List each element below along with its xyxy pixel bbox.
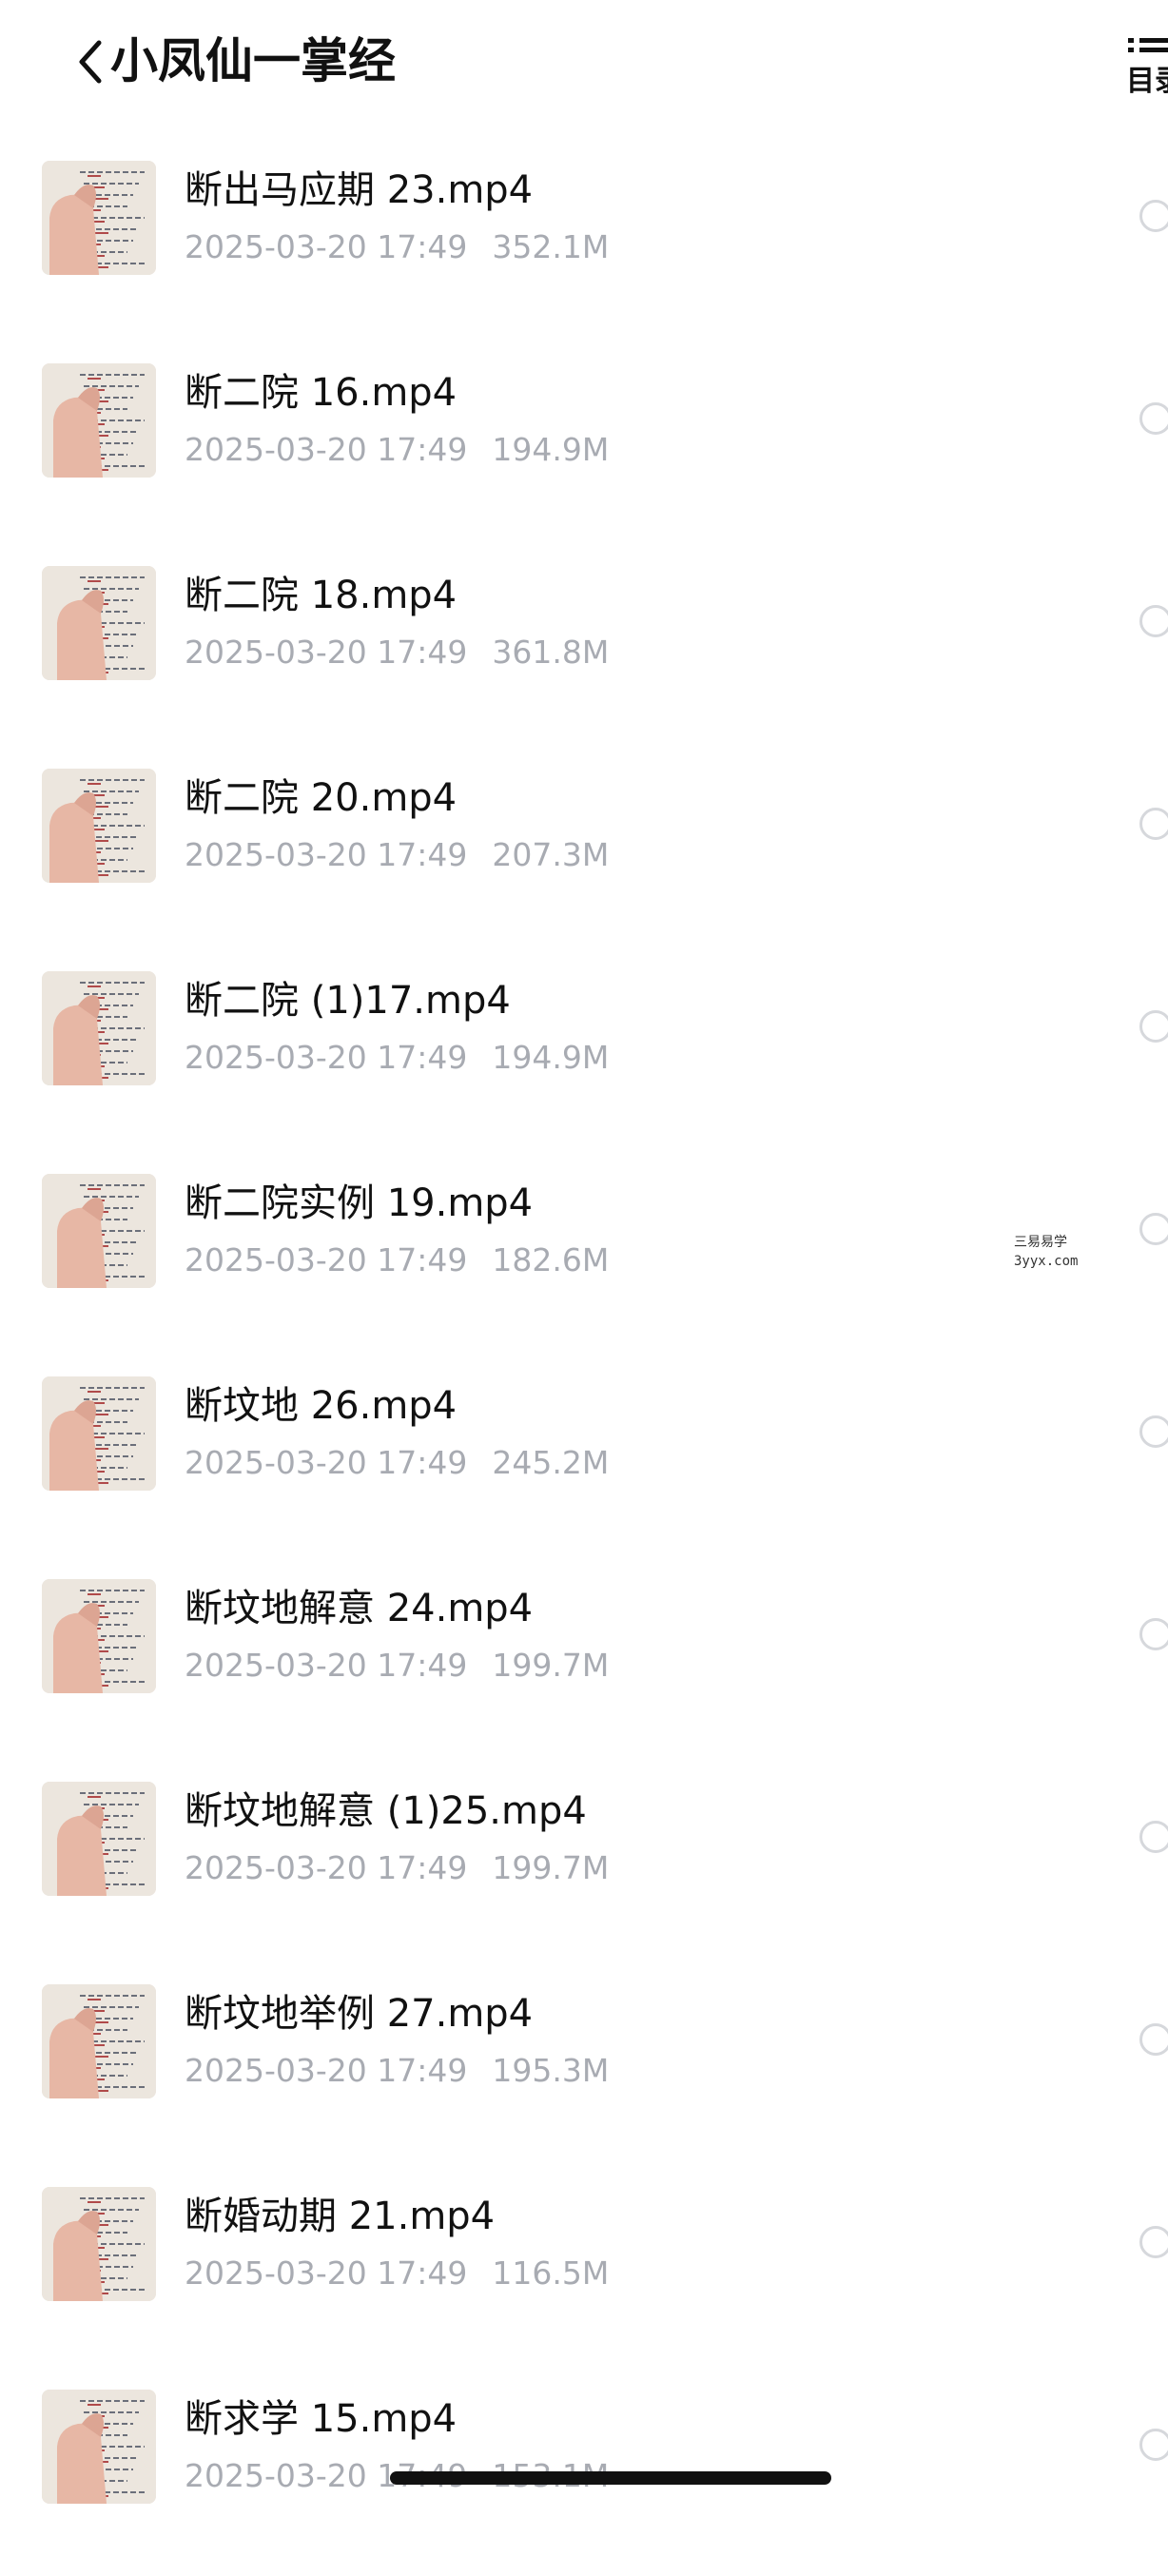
file-size: 194.9M [492,1039,610,1076]
file-meta: 2025-03-20 17:49 194.9M [185,427,609,473]
file-size: 207.3M [492,836,610,873]
file-name: 断二院 18.mp4 [185,574,457,617]
video-thumbnail [42,1579,156,1693]
select-checkbox[interactable] [1139,1821,1168,1853]
file-size: 245.2M [492,1444,610,1481]
select-checkbox[interactable] [1139,2226,1168,2258]
file-date: 2025-03-20 17:49 [185,2052,468,2089]
file-row[interactable]: 断二院 20.mp4 2025-03-20 17:49 207.3M [0,752,1168,955]
video-thumbnail [42,566,156,680]
file-name: 断坟地解意 (1)25.mp4 [185,1789,587,1833]
file-name: 断二院 (1)17.mp4 [185,979,511,1023]
file-date: 2025-03-20 17:49 [185,1647,468,1684]
file-list: 断出马应期 23.mp4 2025-03-20 17:49 352.1M 断二院 1… [0,145,1168,2576]
select-checkbox[interactable] [1139,1415,1168,1448]
file-name: 断坟地举例 27.mp4 [185,1992,534,2036]
file-name: 断二院 16.mp4 [185,371,457,415]
video-thumbnail [42,1174,156,1288]
select-checkbox[interactable] [1139,605,1168,637]
file-name: 断求学 15.mp4 [185,2397,457,2441]
video-thumbnail [42,1376,156,1491]
file-row[interactable]: 断坟地 26.mp4 2025-03-20 17:49 245.2M [0,1360,1168,1563]
select-checkbox[interactable] [1139,2429,1168,2461]
file-meta: 2025-03-20 17:49 245.2M [185,1440,609,1486]
file-meta: 2025-03-20 17:49 195.3M [185,2048,609,2094]
file-meta: 2025-03-20 17:49 361.8M [185,630,609,675]
toc-label: 目录 [1126,65,1168,98]
file-size: 361.8M [492,634,610,671]
list-icon [1128,38,1168,52]
file-date: 2025-03-20 17:49 [185,228,468,265]
select-checkbox[interactable] [1139,402,1168,435]
file-date: 2025-03-20 17:49 [185,836,468,873]
video-thumbnail [42,161,156,275]
file-meta: 2025-03-20 17:49 182.6M [185,1238,609,1283]
home-indicator[interactable] [390,2471,831,2485]
chevron-left-icon[interactable] [67,29,114,95]
file-name: 断二院 20.mp4 [185,776,457,820]
file-name: 断二院实例 19.mp4 [185,1181,534,1225]
select-checkbox[interactable] [1139,1213,1168,1245]
select-checkbox[interactable] [1139,1618,1168,1650]
file-meta: 2025-03-20 17:49 116.5M [185,2251,609,2296]
file-size: 116.5M [492,2254,610,2292]
file-row[interactable]: 断出马应期 23.mp4 2025-03-20 17:49 352.1M [0,145,1168,347]
file-date: 2025-03-20 17:49 [185,1241,468,1278]
watermark-line: 3yyx.com [1014,1254,1079,1269]
video-thumbnail [42,1782,156,1896]
file-date: 2025-03-20 17:49 [185,2254,468,2292]
video-thumbnail [42,363,156,478]
video-thumbnail [42,769,156,883]
file-meta: 2025-03-20 17:49 199.7M [185,1643,609,1688]
video-thumbnail [42,2390,156,2504]
video-thumbnail [42,2187,156,2301]
file-size: 194.9M [492,431,610,468]
file-meta: 2025-03-20 17:49 352.1M [185,224,609,270]
file-row[interactable]: 断坟地解意 (1)25.mp4 2025-03-20 17:49 199.7M [0,1766,1168,1968]
watermark: 三易易学 3yyx.com [1014,1233,1078,1271]
file-row[interactable]: 断二院实例 19.mp4 2025-03-20 17:49 182.6M [0,1158,1168,1360]
file-size: 182.6M [492,1241,610,1278]
watermark-line: 三易易学 [1014,1235,1067,1250]
file-name: 断坟地解意 24.mp4 [185,1587,534,1630]
top-bar: 小凤仙一掌经 目录 [0,0,1168,133]
file-size: 195.3M [492,2052,610,2089]
file-date: 2025-03-20 17:49 [185,634,468,671]
file-date: 2025-03-20 17:49 [185,431,468,468]
file-meta: 2025-03-20 17:49 194.9M [185,1035,609,1081]
file-size: 352.1M [492,228,610,265]
select-checkbox[interactable] [1139,1010,1168,1043]
select-checkbox[interactable] [1139,2023,1168,2056]
file-date: 2025-03-20 17:49 [185,1444,468,1481]
file-meta: 2025-03-20 17:49 207.3M [185,832,609,878]
file-row[interactable]: 断二院 18.mp4 2025-03-20 17:49 361.8M [0,550,1168,752]
file-name: 断坟地 26.mp4 [185,1384,457,1428]
file-size: 199.7M [492,1647,610,1684]
file-row[interactable]: 断婚动期 21.mp4 2025-03-20 17:49 116.5M [0,2171,1168,2373]
file-row[interactable]: 断二院 16.mp4 2025-03-20 17:49 194.9M [0,347,1168,550]
select-checkbox[interactable] [1139,200,1168,232]
toc-button[interactable]: 目录 [1122,32,1168,101]
file-row[interactable]: 断二院 (1)17.mp4 2025-03-20 17:49 194.9M [0,955,1168,1158]
file-name: 断婚动期 21.mp4 [185,2195,496,2238]
file-name: 断出马应期 23.mp4 [185,168,534,212]
video-thumbnail [42,971,156,1085]
video-thumbnail [42,1984,156,2098]
select-checkbox[interactable] [1139,808,1168,840]
file-meta: 2025-03-20 17:49 199.7M [185,1845,609,1891]
file-row[interactable]: 断坟地解意 24.mp4 2025-03-20 17:49 199.7M [0,1563,1168,1766]
file-row[interactable]: 断坟地举例 27.mp4 2025-03-20 17:49 195.3M [0,1968,1168,2171]
file-date: 2025-03-20 17:49 [185,1039,468,1076]
file-date: 2025-03-20 17:49 [185,1849,468,1886]
file-size: 199.7M [492,1849,610,1886]
page-title: 小凤仙一掌经 [110,33,396,88]
